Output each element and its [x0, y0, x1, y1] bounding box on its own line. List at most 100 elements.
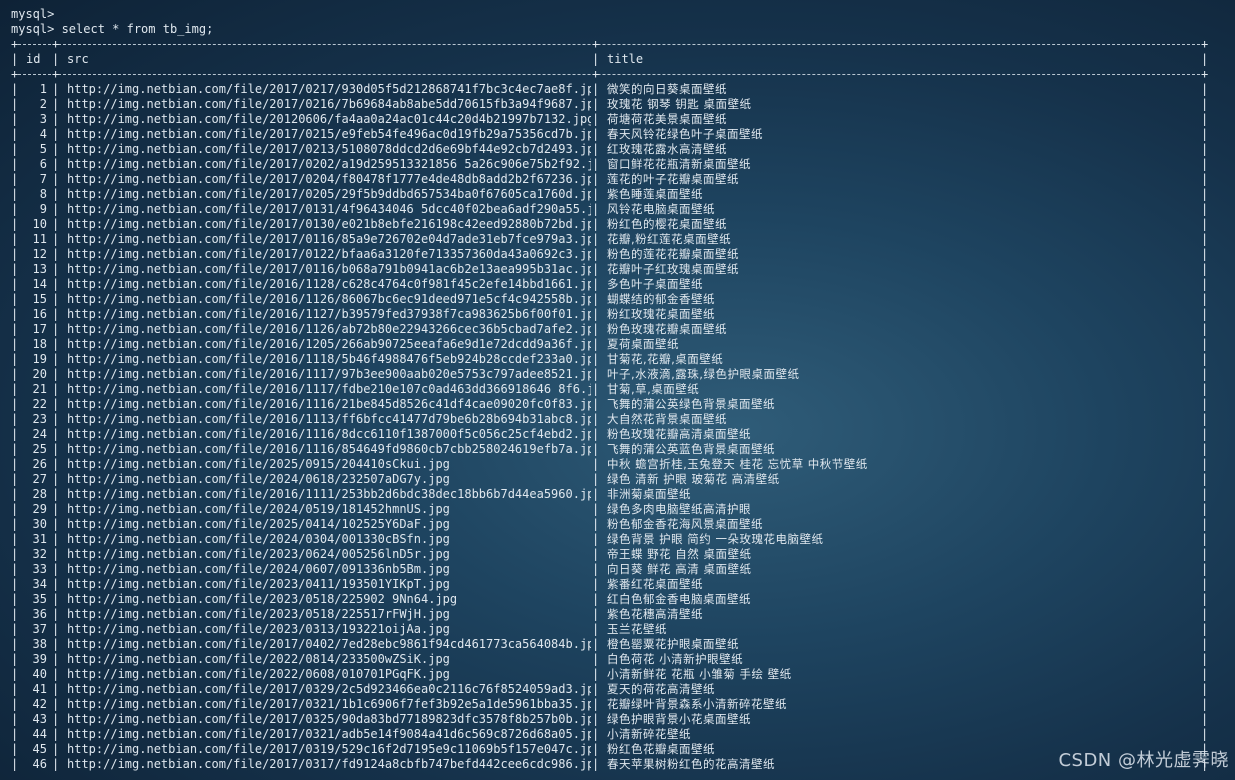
table-row: | 40 | http://img.netbian.com/file/2022/060… [11, 667, 1209, 681]
cell-id: 46 [32, 757, 47, 771]
cell-id: 22 [32, 397, 47, 411]
cell-src: http://img.netbian.com/file/2023/0411/19… [67, 577, 450, 591]
column-header-title: title [607, 52, 644, 66]
cell-src: http://img.netbian.com/file/2017/0319/52… [67, 742, 591, 756]
table-row: | 4 | http://img.netbian.com/file/2017/0215… [11, 127, 1209, 141]
cell-title: 玫瑰花 钢琴 钥匙 桌面壁纸 [607, 97, 752, 111]
cell-src: http://img.netbian.com/file/2017/0216/7b… [67, 97, 591, 111]
cell-src: http://img.netbian.com/file/2016/1205/26… [67, 337, 591, 351]
table-row: | 44 | http://img.netbian.com/file/2017/032… [11, 727, 1209, 741]
table-row: | 46 | http://img.netbian.com/file/2017/031… [11, 757, 1209, 771]
cell-title: 红白色郁金香电脑桌面壁纸 [607, 592, 751, 606]
cell-src: http://img.netbian.com/file/2017/0402/7e… [67, 637, 591, 651]
cell-title: 窗口鲜花花瓶清新桌面壁纸 [607, 157, 751, 171]
cell-id: 16 [32, 307, 47, 321]
table-row: | 18 | http://img.netbian.com/file/2016/120… [11, 337, 1209, 351]
table-row: | 39 | http://img.netbian.com/file/2022/081… [11, 652, 1209, 666]
cell-id: 27 [32, 472, 47, 486]
cell-title: 微笑的向日葵桌面壁纸 [607, 82, 727, 96]
cell-src: http://img.netbian.com/file/2017/0321/1b… [67, 697, 591, 711]
cell-title: 飞舞的蒲公英蓝色背景桌面壁纸 [607, 442, 775, 456]
cell-src: http://img.netbian.com/file/2017/0116/85… [67, 232, 591, 246]
cell-title: 向日葵 鲜花 高清 桌面壁纸 [607, 562, 752, 576]
cell-src: http://img.netbian.com/file/2017/0131/4f… [67, 202, 591, 216]
cell-title: 玉兰花壁纸 [607, 622, 667, 636]
cell-title: 紫色花穗高清壁纸 [607, 607, 703, 621]
cell-src: http://img.netbian.com/file/2017/0329/2c… [67, 682, 591, 696]
column-header-id: id [26, 52, 41, 66]
cell-title: 甘菊,草,桌面壁纸 [607, 382, 700, 396]
csdn-watermark: CSDN @林光虚霁晓 [1058, 750, 1229, 771]
cell-title: 橙色罂粟花护眼桌面壁纸 [607, 637, 739, 651]
cell-id: 40 [32, 667, 47, 681]
cell-src: http://img.netbian.com/file/2016/1128/c6… [67, 277, 591, 291]
cell-src: http://img.netbian.com/file/2016/1116/8d… [67, 427, 591, 441]
cell-src: http://img.netbian.com/file/2016/1118/5b… [67, 352, 591, 366]
cell-src: http://img.netbian.com/file/2025/0414/10… [67, 517, 450, 531]
cell-title: 绿色背景 护眼 简约 一朵玫瑰花电脑壁纸 [607, 532, 824, 546]
cell-id: 3 [39, 112, 47, 126]
cell-title: 绿色多肉电脑壁纸高清护眼 [607, 502, 751, 516]
cell-title: 小清新鲜花 花瓶 小雏菊 手绘 壁纸 [607, 667, 792, 681]
cell-id: 10 [32, 217, 47, 231]
cell-id: 7 [39, 172, 47, 186]
cell-id: 44 [32, 727, 47, 741]
cell-id: 31 [32, 532, 47, 546]
cell-src: http://img.netbian.com/file/2023/0313/19… [67, 622, 450, 636]
cell-id: 36 [32, 607, 47, 621]
cell-title: 花瓣叶子红玫瑰桌面壁纸 [607, 262, 739, 276]
cell-src: http://img.netbian.com/file/2017/0217/93… [67, 82, 591, 96]
cell-src: http://img.netbian.com/file/2017/0325/90… [67, 712, 591, 726]
table-row: | 22 | http://img.netbian.com/file/2016/111… [11, 397, 1209, 411]
cell-src: http://img.netbian.com/file/2017/0116/b0… [67, 262, 591, 276]
cell-id: 5 [39, 142, 47, 156]
cell-src: http://img.netbian.com/file/2017/0202/a1… [67, 157, 591, 171]
cell-src: http://img.netbian.com/file/2023/0518/22… [67, 607, 450, 621]
table-row: | 16 | http://img.netbian.com/file/2016/112… [11, 307, 1209, 321]
cell-src: http://img.netbian.com/file/2016/1116/21… [67, 397, 591, 411]
cell-id: 32 [32, 547, 47, 561]
table-row: | 10 | http://img.netbian.com/file/2017/013… [11, 217, 1209, 231]
table-row: | 20 | http://img.netbian.com/file/2016/111… [11, 367, 1209, 381]
cell-src: http://img.netbian.com/file/2024/0618/23… [67, 472, 450, 486]
cell-id: 43 [32, 712, 47, 726]
cell-title: 紫番红花桌面壁纸 [607, 577, 703, 591]
cell-src: http://img.netbian.com/file/2017/0215/e9… [67, 127, 591, 141]
table-row: | 17 | http://img.netbian.com/file/2016/112… [11, 322, 1209, 336]
table-row: | 34 | http://img.netbian.com/file/2023/041… [11, 577, 1209, 591]
cell-title: 非洲菊桌面壁纸 [607, 487, 691, 501]
cell-src: http://img.netbian.com/file/2017/0213/51… [67, 142, 591, 156]
table-row: | 21 | http://img.netbian.com/file/2016/111… [11, 382, 1209, 396]
cell-id: 20 [32, 367, 47, 381]
table-row: | 24 | http://img.netbian.com/file/2016/111… [11, 427, 1209, 441]
prompt-line: mysql> [11, 7, 55, 21]
table-row: | 2 | http://img.netbian.com/file/2017/0216… [11, 97, 1209, 111]
cell-src: http://img.netbian.com/file/2016/1116/85… [67, 442, 591, 456]
table-row: | 45 | http://img.netbian.com/file/2017/031… [11, 742, 1209, 756]
cell-id: 37 [32, 622, 47, 636]
cell-id: 15 [32, 292, 47, 306]
table-row: | 36 | http://img.netbian.com/file/2023/051… [11, 607, 1209, 621]
cell-src: http://img.netbian.com/file/2022/0814/23… [67, 652, 450, 666]
cell-src: http://img.netbian.com/file/2016/1117/fd… [67, 382, 591, 396]
cell-title: 甘菊花,花瓣,桌面壁纸 [607, 352, 724, 366]
table-header-border: + + + + [11, 67, 1209, 81]
cell-id: 45 [32, 742, 47, 756]
cell-id: 21 [32, 382, 47, 396]
table-row: | 28 | http://img.netbian.com/file/2016/111… [11, 487, 1209, 501]
cell-id: 9 [39, 202, 47, 216]
cell-id: 25 [32, 442, 47, 456]
cell-title: 粉色玫瑰花瓣桌面壁纸 [607, 322, 727, 336]
command-line[interactable]: mysql> select * from tb_img; [11, 22, 1226, 37]
cell-id: 1 [39, 82, 47, 96]
cell-title: 粉色的莲花花瓣桌面壁纸 [607, 247, 739, 261]
cell-src: http://img.netbian.com/file/2017/0321/ad… [67, 727, 591, 741]
table-row: | 26 | http://img.netbian.com/file/2025/091… [11, 457, 1209, 471]
table-row: | 5 | http://img.netbian.com/file/2017/0213… [11, 142, 1209, 156]
table-row: | 27 | http://img.netbian.com/file/2024/061… [11, 472, 1209, 486]
cell-id: 34 [32, 577, 47, 591]
table-header-row: | id | src | title | [11, 52, 1209, 66]
table-row: | 25 | http://img.netbian.com/file/2016/111… [11, 442, 1209, 456]
table-row: | 37 | http://img.netbian.com/file/2023/031… [11, 622, 1209, 636]
table-row: | 33 | http://img.netbian.com/file/2024/060… [11, 562, 1209, 576]
